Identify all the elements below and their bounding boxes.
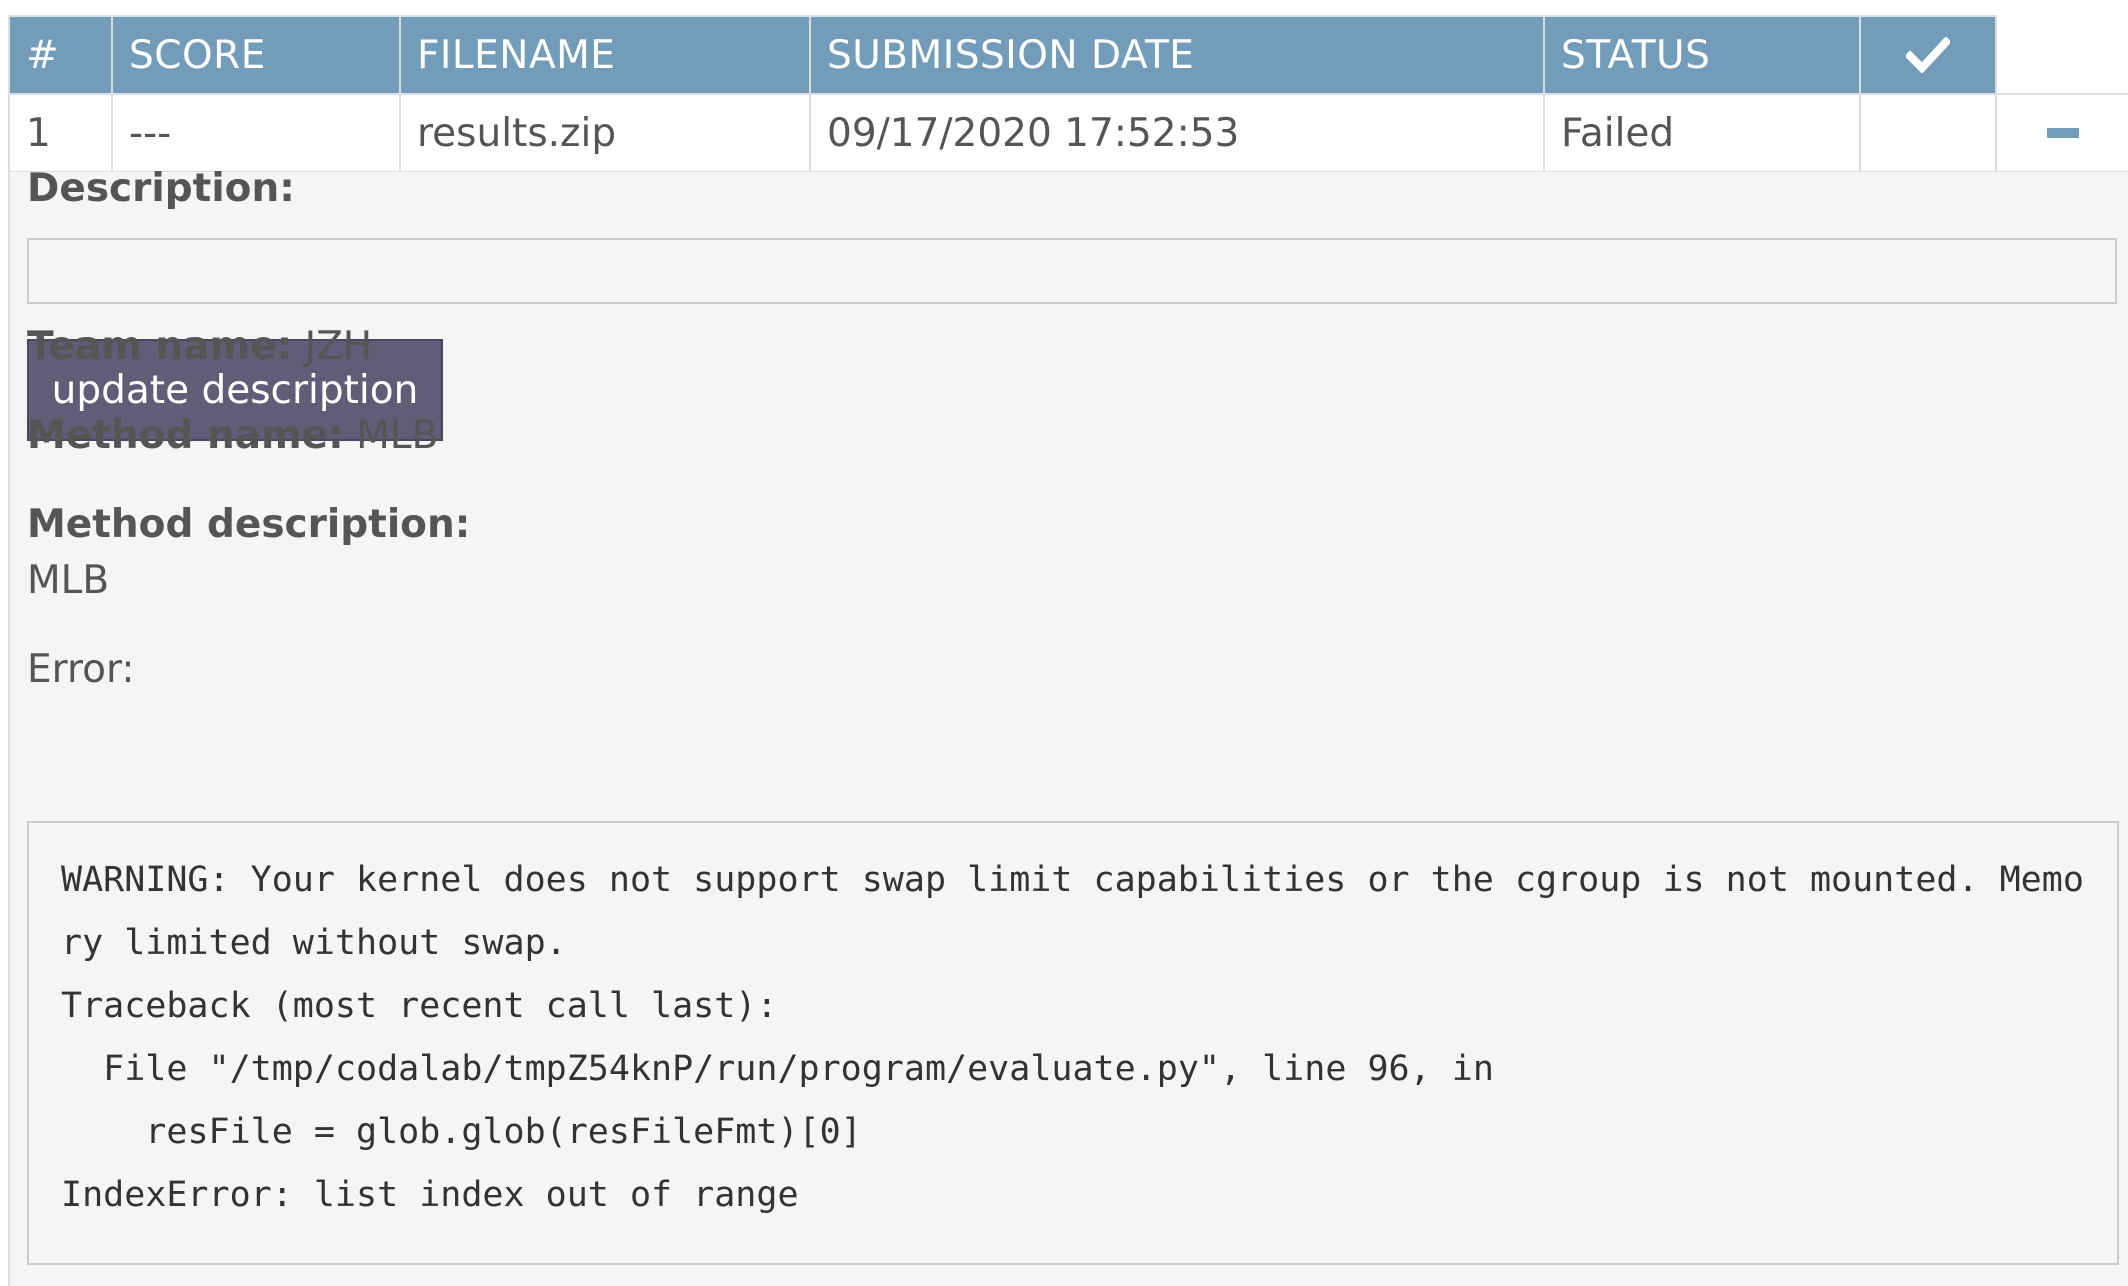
header-spacer	[1995, 16, 2128, 95]
method-name-label: Method name:	[27, 413, 344, 458]
header-filename[interactable]: FILENAME	[399, 15, 811, 95]
table-row[interactable]: 1 --- results.zip 09/17/2020 17:52:53 Fa…	[8, 93, 2128, 173]
team-name-label: Team name:	[27, 324, 293, 369]
submission-panel: # SCORE FILENAME SUBMISSION DATE STATUS …	[0, 0, 2128, 1286]
cell-filename: results.zip	[399, 93, 811, 173]
collapse-toggle[interactable]	[1995, 93, 2128, 173]
team-name-value: JZH	[292, 324, 373, 369]
description-input[interactable]	[27, 238, 2117, 304]
header-status[interactable]: STATUS	[1543, 15, 1861, 95]
method-description-value: MLB	[27, 558, 110, 603]
cell-leaderboard-check[interactable]	[1859, 93, 1997, 173]
cell-score: ---	[111, 93, 401, 173]
header-number[interactable]: #	[8, 15, 113, 95]
method-name-value: MLB	[343, 413, 439, 458]
table-header-row: # SCORE FILENAME SUBMISSION DATE STATUS	[8, 15, 2128, 95]
header-score[interactable]: SCORE	[111, 15, 401, 95]
checkmark-icon	[1862, 37, 1994, 73]
submissions-table: # SCORE FILENAME SUBMISSION DATE STATUS …	[8, 15, 2128, 173]
submission-details: Description: update description Team nam…	[8, 166, 2128, 1286]
error-log: WARNING: Your kernel does not support sw…	[27, 821, 2119, 1265]
header-leaderboard-check[interactable]	[1859, 15, 1997, 95]
minus-icon[interactable]	[2046, 128, 2079, 138]
method-name: Method name: MLB	[27, 413, 438, 458]
cell-status: Failed	[1543, 93, 1861, 173]
header-submission-date[interactable]: SUBMISSION DATE	[809, 15, 1545, 95]
description-label: Description:	[27, 166, 295, 211]
error-text: WARNING: Your kernel does not support sw…	[61, 860, 2084, 1215]
method-description-label: Method description:	[27, 502, 471, 547]
team-name: Team name: JZH	[27, 324, 372, 369]
error-label: Error:	[27, 647, 135, 692]
cell-submission-date: 09/17/2020 17:52:53	[809, 93, 1545, 173]
cell-number: 1	[8, 93, 113, 173]
